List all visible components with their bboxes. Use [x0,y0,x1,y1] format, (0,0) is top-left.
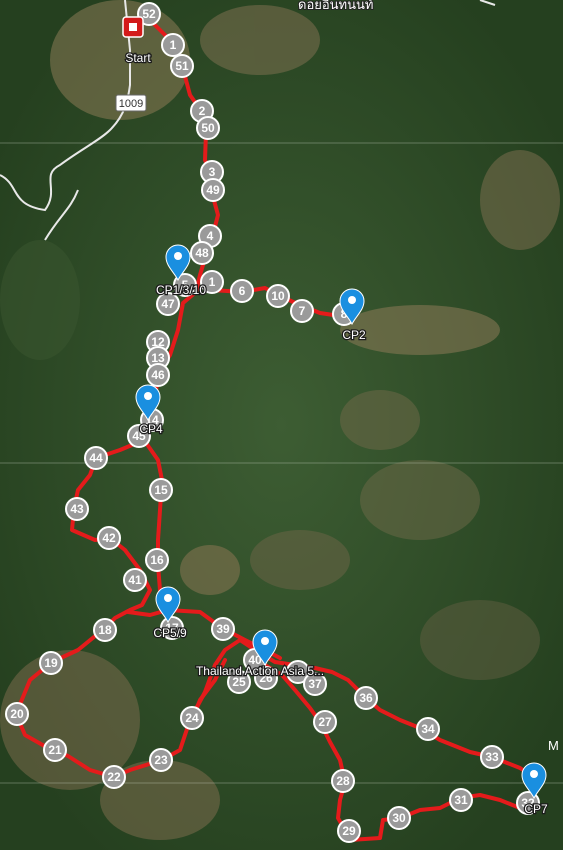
checkpoint-label: CP4 [139,422,163,436]
km-marker[interactable]: 21 [43,738,67,762]
km-marker[interactable]: 39 [211,617,235,641]
km-marker-label: 47 [161,297,175,311]
km-marker[interactable]: 31 [449,788,473,812]
km-marker-label: 30 [392,811,406,825]
km-marker-label: 27 [318,715,332,729]
km-marker-label: 6 [239,284,246,298]
km-marker[interactable]: 15 [149,478,173,502]
km-marker-label: 1 [170,38,177,52]
km-marker-label: 20 [10,707,24,721]
km-marker-label: 10 [271,289,285,303]
km-marker-label: 15 [154,483,168,497]
km-marker[interactable]: 44 [84,446,108,470]
km-marker-label: 13 [151,351,165,365]
km-marker-label: 24 [185,711,199,725]
km-marker[interactable]: 28 [331,769,355,793]
km-marker[interactable]: 43 [65,497,89,521]
km-marker-label: 34 [421,722,435,736]
km-marker-label: 16 [150,553,164,567]
checkpoint-label: CP2 [342,328,366,342]
km-marker[interactable]: 29 [337,819,361,843]
km-marker-label: 33 [485,750,499,764]
km-marker-label: 29 [342,824,356,838]
km-marker[interactable]: 6 [230,279,254,303]
km-marker[interactable]: 50 [196,116,220,140]
km-marker[interactable]: 27 [313,710,337,734]
km-marker-label: 46 [151,368,165,382]
road-shield: 1009 [115,94,147,112]
km-marker-label: 36 [359,691,373,705]
km-marker[interactable]: 51 [170,54,194,78]
km-marker[interactable]: 33 [480,745,504,769]
checkpoint-label: CP1/3/10 [156,283,206,297]
km-marker-label: 41 [128,573,142,587]
km-marker[interactable]: 36 [354,686,378,710]
km-marker-label: 22 [107,770,121,784]
km-marker[interactable]: 48 [190,241,214,265]
km-marker-label: 1 [209,275,216,289]
km-marker-label: 42 [102,531,116,545]
km-marker-label: 19 [44,656,58,670]
km-marker[interactable]: 20 [5,702,29,726]
checkpoint-label: Thailand Action Asia 5... [196,664,324,678]
km-marker[interactable]: 7 [290,299,314,323]
km-marker-label: 3 [209,165,216,179]
km-marker[interactable]: 16 [145,548,169,572]
km-marker-label: 2 [199,104,206,118]
km-marker[interactable]: 10 [266,284,290,308]
km-marker-label: 31 [454,793,468,807]
km-marker-label: 23 [154,753,168,767]
km-marker-label: 18 [98,623,112,637]
edge-label: M [548,738,559,753]
km-marker-label: 49 [206,183,220,197]
checkpoint-label: CP7 [524,802,548,816]
km-marker[interactable]: 18 [93,618,117,642]
km-marker[interactable]: 24 [180,706,204,730]
km-marker[interactable]: 42 [97,526,121,550]
km-marker[interactable]: 23 [149,748,173,772]
km-marker[interactable]: 41 [123,568,147,592]
km-marker-label: 4 [207,229,214,243]
place-label: ดอยอินทนนท์ [298,0,373,12]
km-marker[interactable]: 22 [102,765,126,789]
map-canvas[interactable]: 1009 ดอยอินทนนท์ M 52 1 51 2 50 3 49 4 4… [0,0,563,850]
start-label: Start [125,51,151,65]
km-marker[interactable]: 30 [387,806,411,830]
km-marker-label: 37 [308,677,322,691]
km-marker[interactable]: 1 [161,33,185,57]
km-marker-label: 52 [142,7,156,21]
km-marker-label: 21 [48,743,62,757]
checkpoint-label: CP5/9 [153,626,187,640]
road-number: 1009 [119,98,143,110]
km-marker[interactable]: 49 [201,178,225,202]
km-marker-label: 48 [195,246,209,260]
km-marker-label: 39 [216,622,230,636]
km-marker-label: 7 [299,304,306,318]
km-marker-label: 51 [175,59,189,73]
km-marker[interactable]: 46 [146,363,170,387]
km-marker[interactable]: 34 [416,717,440,741]
km-marker[interactable]: 19 [39,651,63,675]
km-marker-label: 44 [89,451,103,465]
km-marker-label: 43 [70,502,84,516]
km-marker-label: 28 [336,774,350,788]
km-marker-label: 50 [201,121,215,135]
